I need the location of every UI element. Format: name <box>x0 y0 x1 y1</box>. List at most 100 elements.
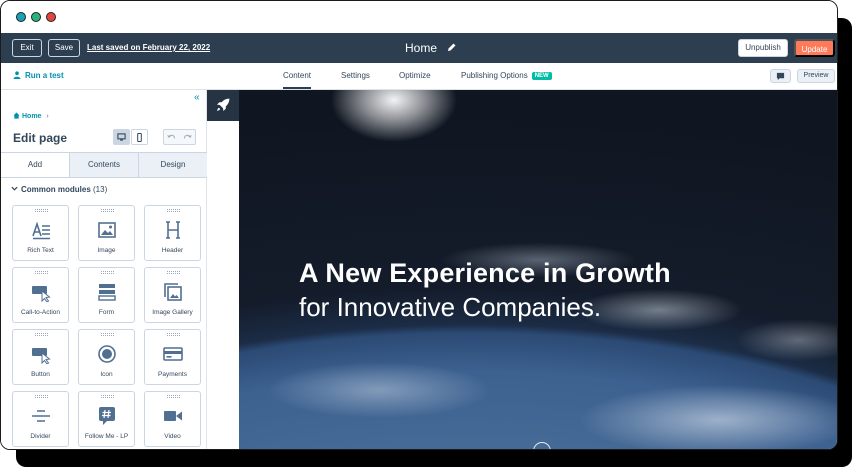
module-label: Divider <box>30 433 51 440</box>
hero-headline[interactable]: A New Experience in Growth <box>299 258 671 289</box>
module-follow-me-lp[interactable]: Follow Me - LP <box>78 391 135 447</box>
payments-icon <box>163 347 183 361</box>
sidebar-title: Edit page <box>13 131 68 145</box>
drag-handle-icon[interactable] <box>167 395 180 398</box>
run-test-link[interactable]: Run a test <box>13 71 64 80</box>
save-button[interactable]: Save <box>48 39 80 57</box>
common-modules-count: (13) <box>93 185 108 194</box>
drag-handle-icon[interactable] <box>167 209 180 212</box>
module-form[interactable]: Form <box>78 267 135 323</box>
browser-window: Exit Save Last saved on February 22, 202… <box>0 0 838 450</box>
collapse-sidebar-icon[interactable]: « <box>194 92 200 103</box>
drag-handle-icon[interactable] <box>101 395 114 398</box>
module-header[interactable]: Header <box>144 205 201 261</box>
common-modules-toggle[interactable]: Common modules (13) <box>11 185 107 194</box>
module-label: Rich Text <box>27 247 54 254</box>
sidebar-tab-add[interactable]: Add <box>1 153 69 177</box>
undo-redo-group <box>163 129 196 145</box>
drag-handle-icon[interactable] <box>167 333 180 336</box>
module-label: Image Gallery <box>152 309 193 316</box>
rocket-icon <box>217 98 230 111</box>
module-payments[interactable]: Payments <box>144 329 201 385</box>
drag-handle-icon[interactable] <box>101 271 114 274</box>
undo-icon[interactable] <box>167 133 176 142</box>
sidebar-tabs: Add Contents Design <box>1 152 207 178</box>
page-title[interactable]: Home <box>405 41 437 55</box>
header-icon <box>166 221 180 239</box>
module-image-gallery[interactable]: Image Gallery <box>144 267 201 323</box>
home-icon <box>13 112 20 119</box>
comments-button[interactable] <box>770 69 791 83</box>
drag-handle-icon[interactable] <box>35 395 48 398</box>
run-test-label: Run a test <box>25 71 64 80</box>
exit-button[interactable]: Exit <box>12 39 42 57</box>
tab-content[interactable]: Content <box>283 71 312 89</box>
form-icon <box>98 284 116 301</box>
module-label: Header <box>161 247 184 254</box>
drag-handle-icon[interactable] <box>101 209 114 212</box>
redo-icon[interactable] <box>183 133 192 142</box>
sidebar-tab-contents[interactable]: Contents <box>69 153 138 177</box>
button-icon <box>32 348 51 364</box>
desktop-view-button[interactable] <box>113 129 130 145</box>
module-label: Payments <box>158 371 187 378</box>
mobile-view-button[interactable] <box>131 129 148 145</box>
divider-icon <box>32 410 50 422</box>
drag-handle-icon[interactable] <box>167 271 180 274</box>
module-rich-text[interactable]: Rich Text <box>12 205 69 261</box>
breadcrumb-separator: › <box>46 113 49 120</box>
common-modules-label: Common modules <box>21 185 91 194</box>
window-dot-red[interactable] <box>46 12 56 22</box>
module-image[interactable]: Image <box>78 205 135 261</box>
module-divider[interactable]: Divider <box>12 391 69 447</box>
last-saved-link[interactable]: Last saved on February 22, 2022 <box>87 43 210 52</box>
drag-handle-icon[interactable] <box>35 209 48 212</box>
video-icon <box>164 411 182 421</box>
image-icon <box>98 222 116 238</box>
unpublish-button[interactable]: Unpublish <box>738 39 788 57</box>
person-icon <box>13 71 21 79</box>
module-label: Button <box>31 371 50 378</box>
preview-button[interactable]: Preview <box>797 69 835 83</box>
hashtag-icon <box>99 407 115 425</box>
module-label: Icon <box>100 371 113 378</box>
module-label: Call-to-Action <box>20 309 60 316</box>
drag-handle-icon[interactable] <box>101 333 114 336</box>
icon-module-icon <box>98 345 116 363</box>
pencil-icon[interactable] <box>447 42 457 52</box>
new-badge: NEW <box>531 72 552 80</box>
canvas-left-rail <box>207 90 239 449</box>
chevron-down-icon <box>11 186 18 191</box>
window-titlebar <box>1 1 837 33</box>
tab-settings[interactable]: Settings <box>341 71 370 80</box>
tab-publishing-options[interactable]: Publishing Options NEW <box>461 71 552 80</box>
image-gallery-icon <box>164 283 182 301</box>
rich-text-icon <box>32 221 50 240</box>
module-video[interactable]: Video <box>144 391 201 447</box>
cta-icon <box>32 286 51 302</box>
module-call-to-action[interactable]: Call-to-Action <box>12 267 69 323</box>
drag-handle-icon[interactable] <box>35 271 48 274</box>
module-icon[interactable]: Icon <box>78 329 135 385</box>
module-label: Video <box>164 433 181 440</box>
module-label: Follow Me - LP <box>84 433 129 440</box>
editor-sub-nav: Run a test Content Settings Optimize Pub… <box>1 63 837 90</box>
editor-top-bar: Exit Save Last saved on February 22, 202… <box>1 33 837 63</box>
mobile-icon <box>137 133 142 142</box>
tab-optimize[interactable]: Optimize <box>399 71 431 80</box>
editor-sidebar: « Home › Edit page Add Contents Design C… <box>1 90 207 449</box>
module-button[interactable]: Button <box>12 329 69 385</box>
breadcrumb-home[interactable]: Home <box>22 113 41 120</box>
window-dot-teal[interactable] <box>16 12 26 22</box>
update-button[interactable]: Update <box>794 39 835 57</box>
drag-handle-icon[interactable] <box>35 333 48 336</box>
module-label: Form <box>98 309 115 316</box>
sidebar-tab-design[interactable]: Design <box>138 153 207 177</box>
window-dot-green[interactable] <box>31 12 41 22</box>
sprocket-menu-button[interactable] <box>207 90 239 121</box>
breadcrumb: Home › <box>13 112 49 120</box>
hero-section[interactable]: A New Experience in Growth for Innovativ… <box>239 90 837 449</box>
desktop-icon <box>117 133 126 141</box>
hero-subheadline[interactable]: for Innovative Companies. <box>299 292 601 323</box>
comment-icon <box>776 72 785 81</box>
